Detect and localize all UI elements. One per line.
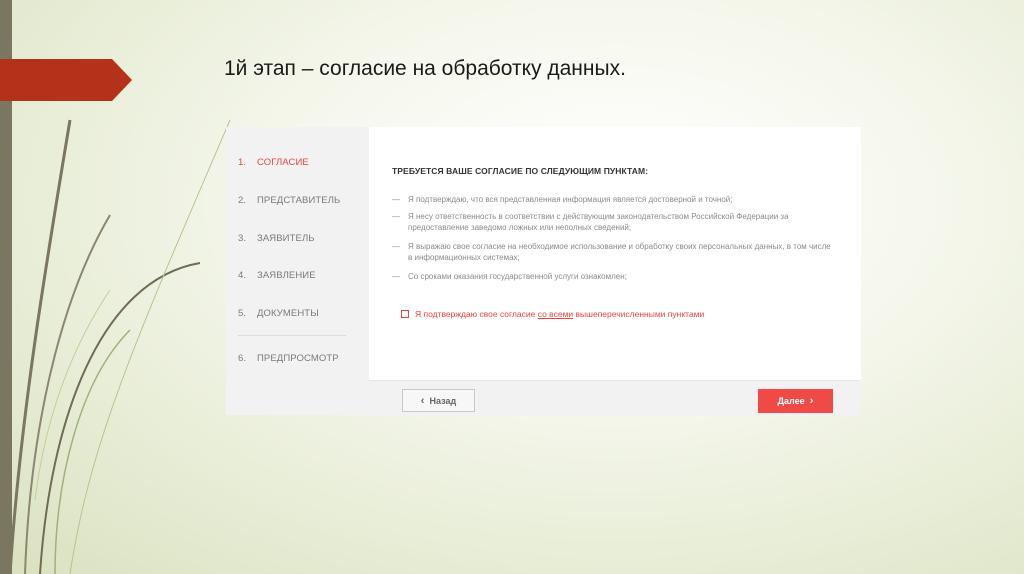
step-applicant[interactable]: 3. ЗАЯВИТЕЛЬ bbox=[238, 233, 315, 244]
consent-checkbox[interactable] bbox=[401, 309, 409, 318]
dash-icon: — bbox=[392, 272, 400, 281]
dash-icon: — bbox=[392, 212, 400, 221]
consent-heading: ТРЕБУЕТСЯ ВАШЕ СОГЛАСИЕ ПО СЛЕДУЮЩИМ ПУН… bbox=[392, 166, 649, 176]
consent-wizard: 1. СОГЛАСИЕ 2. ПРЕДСТАВИТЕЛЬ 3. ЗАЯВИТЕЛЬ 4… bbox=[226, 127, 861, 416]
step-label: ПРЕДСТАВИТЕЛЬ bbox=[257, 195, 341, 206]
step-label: ПРЕДПРОСМОТР bbox=[257, 353, 339, 364]
consent-item: — Я несу ответственность в соответствии … bbox=[392, 212, 789, 232]
next-button[interactable]: Далее › bbox=[758, 389, 833, 413]
step-documents[interactable]: 5. ДОКУМЕНТЫ bbox=[238, 308, 319, 319]
step-representative[interactable]: 2. ПРЕДСТАВИТЕЛЬ bbox=[238, 195, 340, 206]
chevron-left-icon: ‹ bbox=[420, 394, 425, 407]
sidebar-divider bbox=[238, 335, 346, 336]
step-label: ЗАЯВИТЕЛЬ bbox=[257, 233, 315, 244]
step-application[interactable]: 4. ЗАЯВЛЕНИЕ bbox=[238, 270, 316, 281]
consent-item: — Я выражаю свое согласие на необходимое… bbox=[392, 242, 831, 262]
step-consent[interactable]: 1. СОГЛАСИЕ bbox=[238, 157, 309, 168]
step-label: СОГЛАСИЕ bbox=[257, 157, 309, 168]
title-arrow-banner bbox=[0, 59, 132, 101]
consent-item: — Я подтверждаю, что вся представленная … bbox=[392, 195, 733, 204]
chevron-right-icon: › bbox=[809, 395, 814, 407]
consent-checkbox-row[interactable]: Я подтверждаю свое согласие со всеми выш… bbox=[401, 309, 704, 319]
step-preview[interactable]: 6. ПРЕДПРОСМОТР bbox=[238, 353, 339, 364]
back-button[interactable]: ‹ Назад bbox=[402, 389, 475, 412]
steps-sidebar: 1. СОГЛАСИЕ 2. ПРЕДСТАВИТЕЛЬ 3. ЗАЯВИТЕЛЬ 4… bbox=[226, 127, 369, 415]
consent-content: ТРЕБУЕТСЯ ВАШЕ СОГЛАСИЕ ПО СЛЕДУЮЩИМ ПУН… bbox=[369, 127, 861, 380]
step-label: ЗАЯВЛЕНИЕ bbox=[257, 270, 316, 281]
wizard-footer: ‹ Назад Далее › bbox=[369, 380, 861, 416]
dash-icon: — bbox=[392, 195, 400, 204]
slide-title: 1й этап – согласие на обработку данных. bbox=[224, 57, 626, 80]
dash-icon: — bbox=[392, 242, 400, 251]
step-label: ДОКУМЕНТЫ bbox=[257, 308, 319, 319]
all-items-link[interactable]: со всеми bbox=[538, 309, 573, 319]
consent-item: — Со сроками оказания государственной ус… bbox=[392, 272, 627, 281]
